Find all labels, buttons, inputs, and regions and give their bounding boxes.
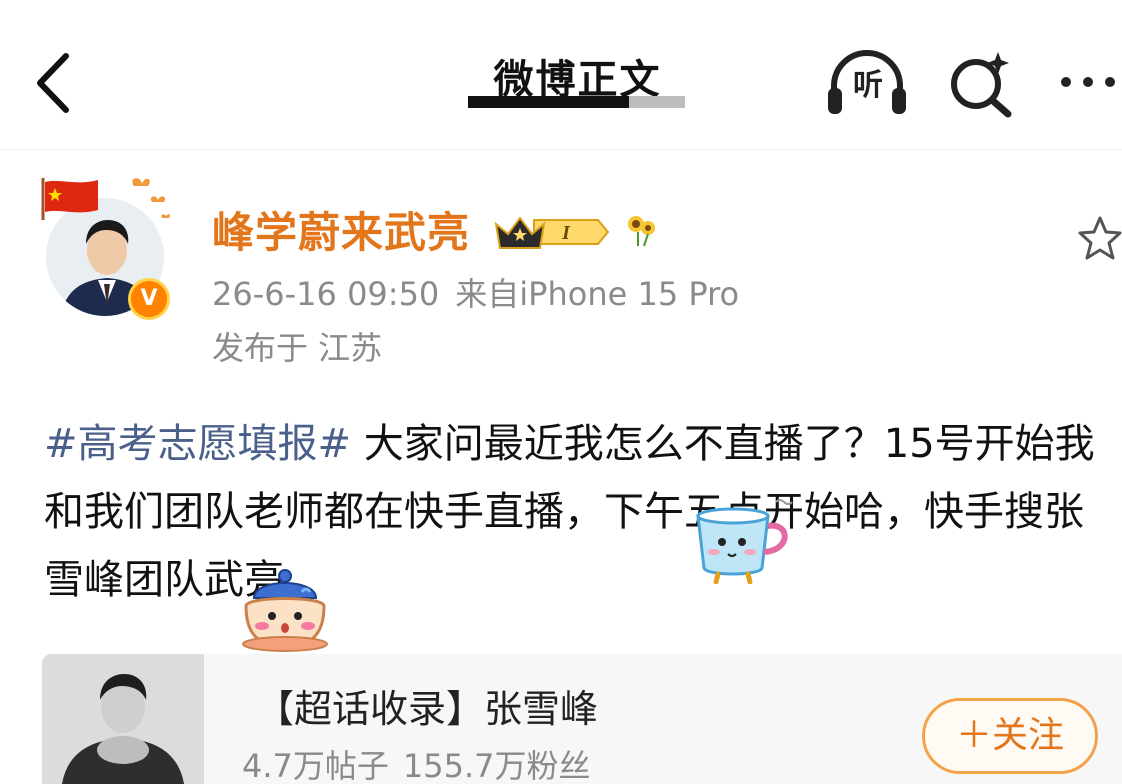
favorite-button[interactable] <box>1074 210 1122 266</box>
more-button[interactable] <box>1056 62 1122 102</box>
super-topic-card[interactable]: 【超话收录】张雪峰 4.7万帖子 155.7万粉丝 ＋关注 <box>42 654 1122 784</box>
author-name[interactable]: 峰学蔚来武亮 <box>212 206 470 260</box>
more-dots-icon <box>1061 77 1115 87</box>
member-crown-badge-icon[interactable]: I <box>494 210 612 254</box>
author-avatar-group[interactable]: V <box>36 170 186 330</box>
china-flag-icon <box>41 178 98 220</box>
top-navigation-bar: 微博正文 听 <box>0 0 1122 150</box>
topic-title: 【超话收录】张雪峰 <box>256 687 599 731</box>
post-text: #高考志愿填报# 大家问最近我怎么不直播了？15号开始我和我们团队老师都在快手直… <box>44 410 1120 614</box>
post-timestamp: 26-6-16 09:50 <box>212 275 440 313</box>
topic-fan-count: 155.7万粉丝 <box>402 747 591 784</box>
teapot-emoji-icon <box>242 569 328 652</box>
search-sparkle-icon <box>951 52 1012 118</box>
post-meta: 26-6-16 09:50 来自iPhone 15 Pro <box>212 272 755 316</box>
teacup-emoji-icon <box>696 499 793 584</box>
search-button[interactable] <box>946 48 1016 118</box>
chevron-left-icon <box>37 53 69 113</box>
post-source[interactable]: 来自iPhone 15 Pro <box>455 275 739 313</box>
hashtag-link[interactable]: #高考志愿填报# <box>44 421 351 467</box>
butterfly-decoration-icon <box>132 178 171 218</box>
topic-post-count: 4.7万帖子 <box>242 747 389 784</box>
person-photo-icon <box>42 654 204 784</box>
sunflower-icon <box>628 216 655 247</box>
listen-label: 听 <box>853 68 883 103</box>
post-location: 发布于 江苏 <box>212 329 383 367</box>
svg-text:I: I <box>561 222 571 244</box>
title-redaction-bar <box>468 96 685 108</box>
back-button[interactable] <box>30 50 80 116</box>
topic-stats: 4.7万帖子 155.7万粉丝 <box>242 746 605 784</box>
star-outline-icon <box>1078 216 1122 260</box>
topic-thumbnail <box>42 654 204 784</box>
follow-button[interactable]: ＋关注 <box>922 698 1098 774</box>
verified-badge: V <box>128 278 170 320</box>
listen-button[interactable]: 听 <box>824 48 910 118</box>
